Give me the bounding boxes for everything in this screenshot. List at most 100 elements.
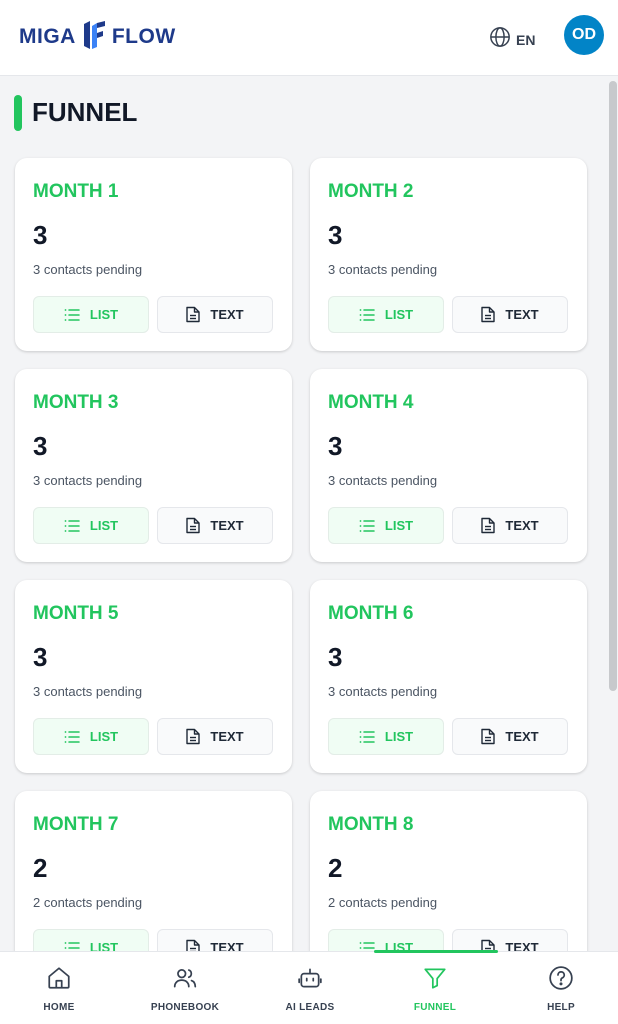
text-button[interactable]: TEXT bbox=[157, 507, 273, 544]
scrollbar-thumb[interactable] bbox=[609, 81, 617, 691]
card-count: 3 bbox=[328, 220, 343, 250]
funnel-icon bbox=[422, 965, 448, 996]
text-button[interactable]: TEXT bbox=[452, 929, 568, 951]
card-pending-text: 3 contacts pending bbox=[33, 262, 143, 277]
card-count: 3 bbox=[33, 642, 48, 672]
user-avatar[interactable]: OD bbox=[564, 15, 604, 55]
list-button[interactable]: LIST bbox=[33, 718, 149, 755]
logo-text-left: MIGA bbox=[19, 25, 76, 48]
card-count: 2 bbox=[328, 853, 343, 883]
list-button-label: LIST bbox=[384, 518, 414, 533]
card-title: MONTH 7 bbox=[33, 814, 119, 835]
globe-icon bbox=[489, 26, 511, 53]
card-title: MONTH 4 bbox=[328, 392, 414, 413]
list-button-label: LIST bbox=[89, 307, 119, 322]
text-button-label: TEXT bbox=[210, 307, 244, 322]
card-title: MONTH 6 bbox=[328, 603, 414, 624]
card-pending-text: 3 contacts pending bbox=[33, 473, 143, 488]
document-icon bbox=[186, 306, 201, 323]
page-title: FUNNEL bbox=[32, 97, 138, 127]
home-icon bbox=[46, 965, 72, 996]
card-title: MONTH 2 bbox=[328, 181, 414, 202]
funnel-card: MONTH 7 2 2 contacts pending LIST TEXT bbox=[15, 791, 292, 951]
card-pending-text: 2 contacts pending bbox=[33, 895, 143, 910]
funnel-grid: MONTH 133 contacts pending LIST TEXT MONTH … bbox=[15, 158, 587, 951]
document-icon bbox=[186, 939, 201, 951]
text-button[interactable]: TEXT bbox=[157, 929, 273, 951]
main-content: FUNNEL MONTH 1 3 3 contacts pending LIST TEX… bbox=[0, 77, 618, 951]
text-button[interactable]: TEXT bbox=[452, 507, 568, 544]
list-button[interactable]: LIST bbox=[328, 929, 444, 951]
list-button[interactable]: LIST bbox=[328, 507, 444, 544]
card-pending-text: 3 contacts pending bbox=[33, 684, 143, 699]
logo-text-right: FLOW bbox=[111, 25, 176, 48]
card-count: 3 bbox=[328, 431, 343, 461]
text-button-label: TEXT bbox=[505, 518, 539, 533]
list-button-label: LIST bbox=[89, 940, 119, 951]
document-icon bbox=[481, 306, 496, 323]
funnel-card: MONTH 4 3 3 contacts pending LIST TEXT bbox=[310, 369, 587, 562]
card-count: 2 bbox=[33, 853, 48, 883]
card-pending-text: 3 contacts pending bbox=[328, 262, 438, 277]
nav-item-ai-leads[interactable]: AI LEADS bbox=[275, 952, 345, 1024]
bot-icon bbox=[297, 965, 323, 996]
card-title: MONTH 5 bbox=[33, 603, 119, 624]
card-pending-text: 2 contacts pending bbox=[328, 895, 438, 910]
card-pending-text: 3 contacts pending bbox=[328, 684, 438, 699]
text-button-label: TEXT bbox=[210, 729, 244, 744]
nav-label-home: HOME bbox=[43, 1001, 75, 1013]
bottom-nav: HOME PHONEBOOK AI LEADS FUNNEL HELP bbox=[0, 950, 618, 1024]
nav-label-help: HELP bbox=[547, 1001, 575, 1013]
nav-label-funnel: FUNNEL bbox=[413, 1001, 457, 1013]
text-button-label: TEXT bbox=[505, 729, 539, 744]
list-button[interactable]: LIST bbox=[33, 507, 149, 544]
list-icon bbox=[359, 941, 375, 952]
language-selector[interactable]: EN bbox=[489, 26, 535, 53]
nav-item-phonebook[interactable]: PHONEBOOK bbox=[140, 952, 230, 1024]
list-button[interactable]: LIST bbox=[33, 929, 149, 951]
card-pending-text: 3 contacts pending bbox=[328, 473, 438, 488]
nav-label-ai-leads: AI LEADS bbox=[285, 1001, 335, 1013]
list-button[interactable]: LIST bbox=[328, 718, 444, 755]
list-button[interactable]: LIST bbox=[33, 296, 149, 333]
app-header: MIGA FLOW EN OD bbox=[0, 0, 618, 76]
nav-label-phonebook: PHONEBOOK bbox=[150, 1001, 220, 1013]
list-icon bbox=[359, 308, 375, 322]
text-button[interactable]: TEXT bbox=[157, 718, 273, 755]
funnel-card: MONTH 2 3 3 contacts pending LIST TEXT bbox=[310, 158, 587, 351]
document-icon bbox=[186, 728, 201, 745]
card-title: MONTH 1 bbox=[33, 181, 119, 202]
text-button-label: TEXT bbox=[505, 307, 539, 322]
text-button[interactable]: TEXT bbox=[157, 296, 273, 333]
list-button-label: LIST bbox=[384, 307, 414, 322]
nav-item-funnel[interactable]: FUNNEL bbox=[400, 952, 470, 1024]
list-icon bbox=[64, 308, 80, 322]
card-title: MONTH 8 bbox=[328, 814, 414, 835]
list-icon bbox=[359, 730, 375, 744]
language-label: EN bbox=[516, 31, 536, 48]
funnel-card: MONTH 3 3 3 contacts pending LIST TEXT bbox=[15, 369, 292, 562]
funnel-card: MONTH 6 3 3 contacts pending LIST TEXT bbox=[310, 580, 587, 773]
document-icon bbox=[481, 517, 496, 534]
document-icon bbox=[186, 517, 201, 534]
title-accent-bar bbox=[14, 95, 22, 131]
list-icon bbox=[64, 941, 80, 952]
list-button[interactable]: LIST bbox=[328, 296, 444, 333]
card-count: 3 bbox=[328, 642, 343, 672]
list-icon bbox=[359, 519, 375, 533]
list-icon bbox=[64, 730, 80, 744]
funnel-card: MONTH 8 2 2 contacts pending LIST TEXT bbox=[310, 791, 587, 951]
card-count: 3 bbox=[33, 431, 48, 461]
app-logo[interactable]: MIGA FLOW bbox=[19, 20, 176, 55]
logo-mark-icon bbox=[82, 20, 106, 55]
document-icon bbox=[481, 728, 496, 745]
text-button[interactable]: TEXT bbox=[452, 296, 568, 333]
nav-item-help[interactable]: HELP bbox=[531, 952, 591, 1024]
text-button-label: TEXT bbox=[210, 940, 244, 951]
nav-item-home[interactable]: HOME bbox=[27, 952, 91, 1024]
funnel-card: MONTH 1 3 3 contacts pending LIST TEXT bbox=[15, 158, 292, 351]
list-icon bbox=[64, 519, 80, 533]
users-icon bbox=[172, 965, 198, 996]
funnel-card: MONTH 5 3 3 contacts pending LIST TEXT bbox=[15, 580, 292, 773]
text-button[interactable]: TEXT bbox=[452, 718, 568, 755]
